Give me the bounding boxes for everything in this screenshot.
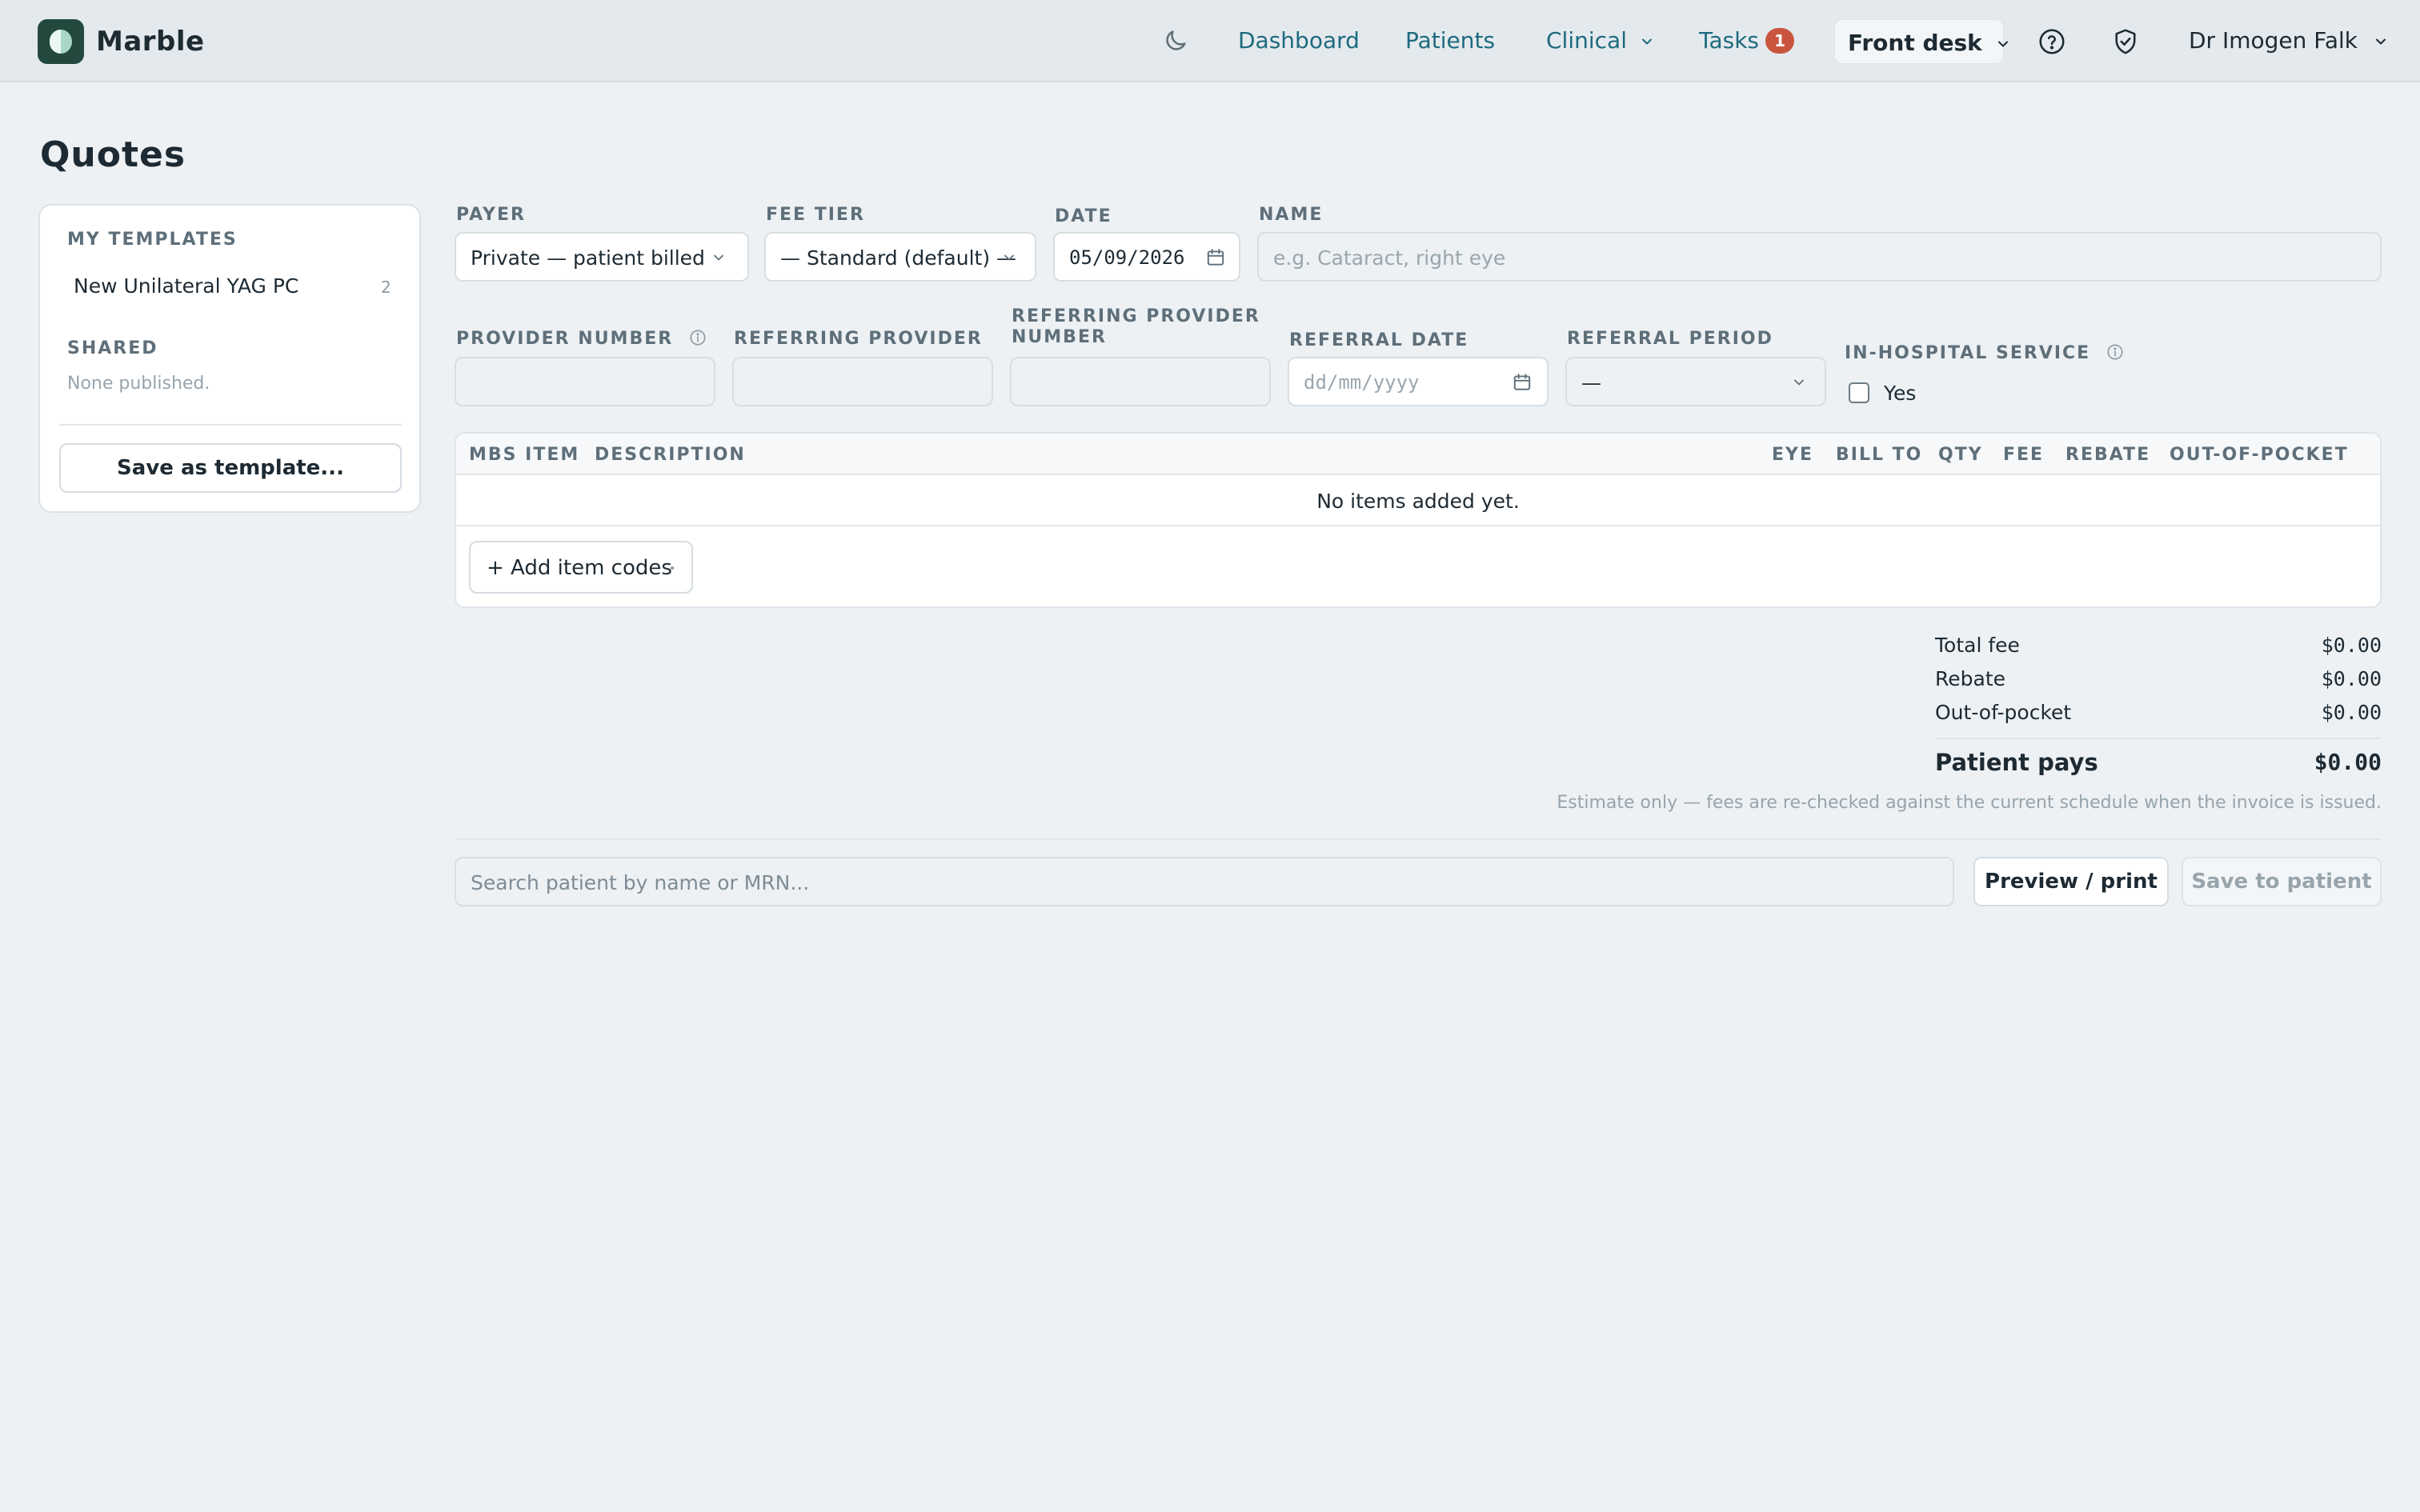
marble-logo-icon[interactable] [38,19,84,64]
referral-period-label: REFERRAL PERIOD [1567,329,1773,349]
column-header: REBATE [2065,445,2151,465]
nav-clinical-label: Clinical [1546,27,1627,54]
save-as-template-button[interactable]: Save as template... [59,443,402,493]
provider-number-input[interactable] [455,357,715,406]
estimate-note: Estimate only — fees are re-checked agai… [1557,793,2382,813]
referral-date-label: REFERRAL DATE [1289,330,1469,350]
moon-icon[interactable] [1162,27,1189,60]
column-header: EYE [1772,445,1813,465]
add-item-codes-button[interactable]: + Add item codes [469,541,693,594]
out-of-pocket-label: Out-of-pocket [1935,701,2072,724]
provider-number-label: PROVIDER NUMBER [456,329,707,350]
patient-search-placeholder: Search patient by name or MRN... [471,871,810,894]
chevron-down-icon [1641,38,1652,45]
calendar-icon[interactable] [1512,372,1533,393]
fee-tier-label: FEE TIER [766,205,865,225]
divider [1935,738,2382,739]
referring-provider-number-label-line1: REFERRING PROVIDER [1012,306,1260,326]
rebate-value: $0.00 [2321,667,2382,690]
in-hospital-label-text: IN-HOSPITAL SERVICE [1845,343,2091,363]
payer-select[interactable]: Private — patient billed [455,232,749,282]
template-item[interactable]: New Unilateral YAG PC [74,274,298,298]
patient-pays-value: $0.00 [2314,749,2382,775]
nav-tasks[interactable]: Tasks 1 [1699,27,1795,54]
column-header: QTY [1938,445,1983,465]
chevron-down-icon [1997,41,2008,47]
add-item-codes-label: + Add item codes [487,556,672,580]
total-fee-value: $0.00 [2321,634,2382,657]
referral-date-placeholder: dd/mm/yyyy [1304,371,1420,394]
nav-clinical[interactable]: Clinical [1546,27,1655,54]
nav-tasks-label: Tasks [1699,27,1760,54]
payer-label: PAYER [456,205,526,225]
rebate-label: Rebate [1935,667,2006,690]
divider [456,525,2380,526]
template-count: 2 [381,278,391,297]
chevron-down-icon [1794,379,1804,386]
column-header: FEE [2003,445,2045,465]
in-hospital-checkbox[interactable] [1849,382,1869,403]
nav-dashboard[interactable]: Dashboard [1238,27,1360,54]
name-input[interactable]: e.g. Cataract, right eye [1257,232,2382,282]
total-fee-label: Total fee [1935,634,2020,657]
in-hospital-yes-label[interactable]: Yes [1884,382,1916,405]
items-empty-message: No items added yet. [1316,490,1520,513]
referring-provider-input[interactable] [732,357,993,406]
column-header: OUT-OF-POCKET [2170,445,2349,465]
user-name: Dr Imogen Falk [2189,27,2358,54]
out-of-pocket-value: $0.00 [2321,701,2382,724]
templates-panel: MY TEMPLATES New Unilateral YAG PC 2 SHA… [38,204,421,513]
column-header: DESCRIPTION [595,445,746,465]
my-templates-heading: MY TEMPLATES [67,230,238,250]
referring-provider-number-label-line2: NUMBER [1012,327,1107,347]
divider [455,838,2382,840]
front-desk-menu[interactable]: Front desk [1834,19,2008,64]
dropdown-dot-icon [671,566,674,570]
name-placeholder: e.g. Cataract, right eye [1273,246,1506,270]
shared-heading: SHARED [67,338,158,358]
chevron-down-icon [1004,254,1014,261]
page-title: Quotes [40,134,186,175]
patient-search-input[interactable]: Search patient by name or MRN... [455,857,1954,906]
date-label: DATE [1055,206,1112,226]
items-table: MBS ITEM DESCRIPTION EYE BILL TO QTY FEE… [455,432,2382,608]
date-input[interactable]: 05/09/2026 [1053,232,1240,282]
preview-print-button[interactable]: Preview / print [1973,857,2169,906]
tasks-count-badge: 1 [1765,28,1795,54]
chevron-down-icon [714,254,723,261]
shared-empty-text: None published. [67,374,210,394]
name-label: NAME [1259,205,1324,225]
items-table-header: MBS ITEM DESCRIPTION EYE BILL TO QTY FEE… [456,434,2380,475]
chevron-down-icon [2375,38,2386,45]
referral-period-select[interactable]: — [1565,357,1826,406]
referring-provider-number-input[interactable] [1010,357,1271,406]
save-to-patient-button[interactable]: Save to patient [2182,857,2382,906]
in-hospital-label: IN-HOSPITAL SERVICE [1845,343,2124,364]
referring-provider-label: REFERRING PROVIDER [734,329,983,349]
referral-period-value: — [1581,371,1601,394]
help-icon[interactable] [2037,27,2066,62]
divider [59,424,402,426]
provider-number-label-text: PROVIDER NUMBER [456,329,674,349]
fee-tier-select[interactable]: — Standard (default) — [764,232,1036,282]
payer-value: Private — patient billed [471,246,705,270]
date-value: 05/09/2026 [1069,246,1185,269]
column-header: BILL TO [1836,445,1923,465]
info-icon[interactable] [2106,343,2124,361]
calendar-icon[interactable] [1205,247,1226,268]
info-icon[interactable] [689,329,707,346]
column-header: MBS ITEM [469,445,580,465]
top-nav-bar: Marble Dashboard Patients Clinical Tasks… [0,0,2420,82]
referral-date-input[interactable]: dd/mm/yyyy [1288,357,1549,406]
user-menu[interactable]: Dr Imogen Falk [2189,27,2389,54]
nav-patients[interactable]: Patients [1405,27,1495,54]
shield-check-icon[interactable] [2111,27,2140,62]
referring-provider-number-label: REFERRING PROVIDER NUMBER [1012,306,1260,348]
patient-pays-label: Patient pays [1935,749,2098,776]
brand-name[interactable]: Marble [96,26,205,58]
fee-tier-value: — Standard (default) — [780,246,1017,270]
front-desk-label: Front desk [1848,30,1982,56]
